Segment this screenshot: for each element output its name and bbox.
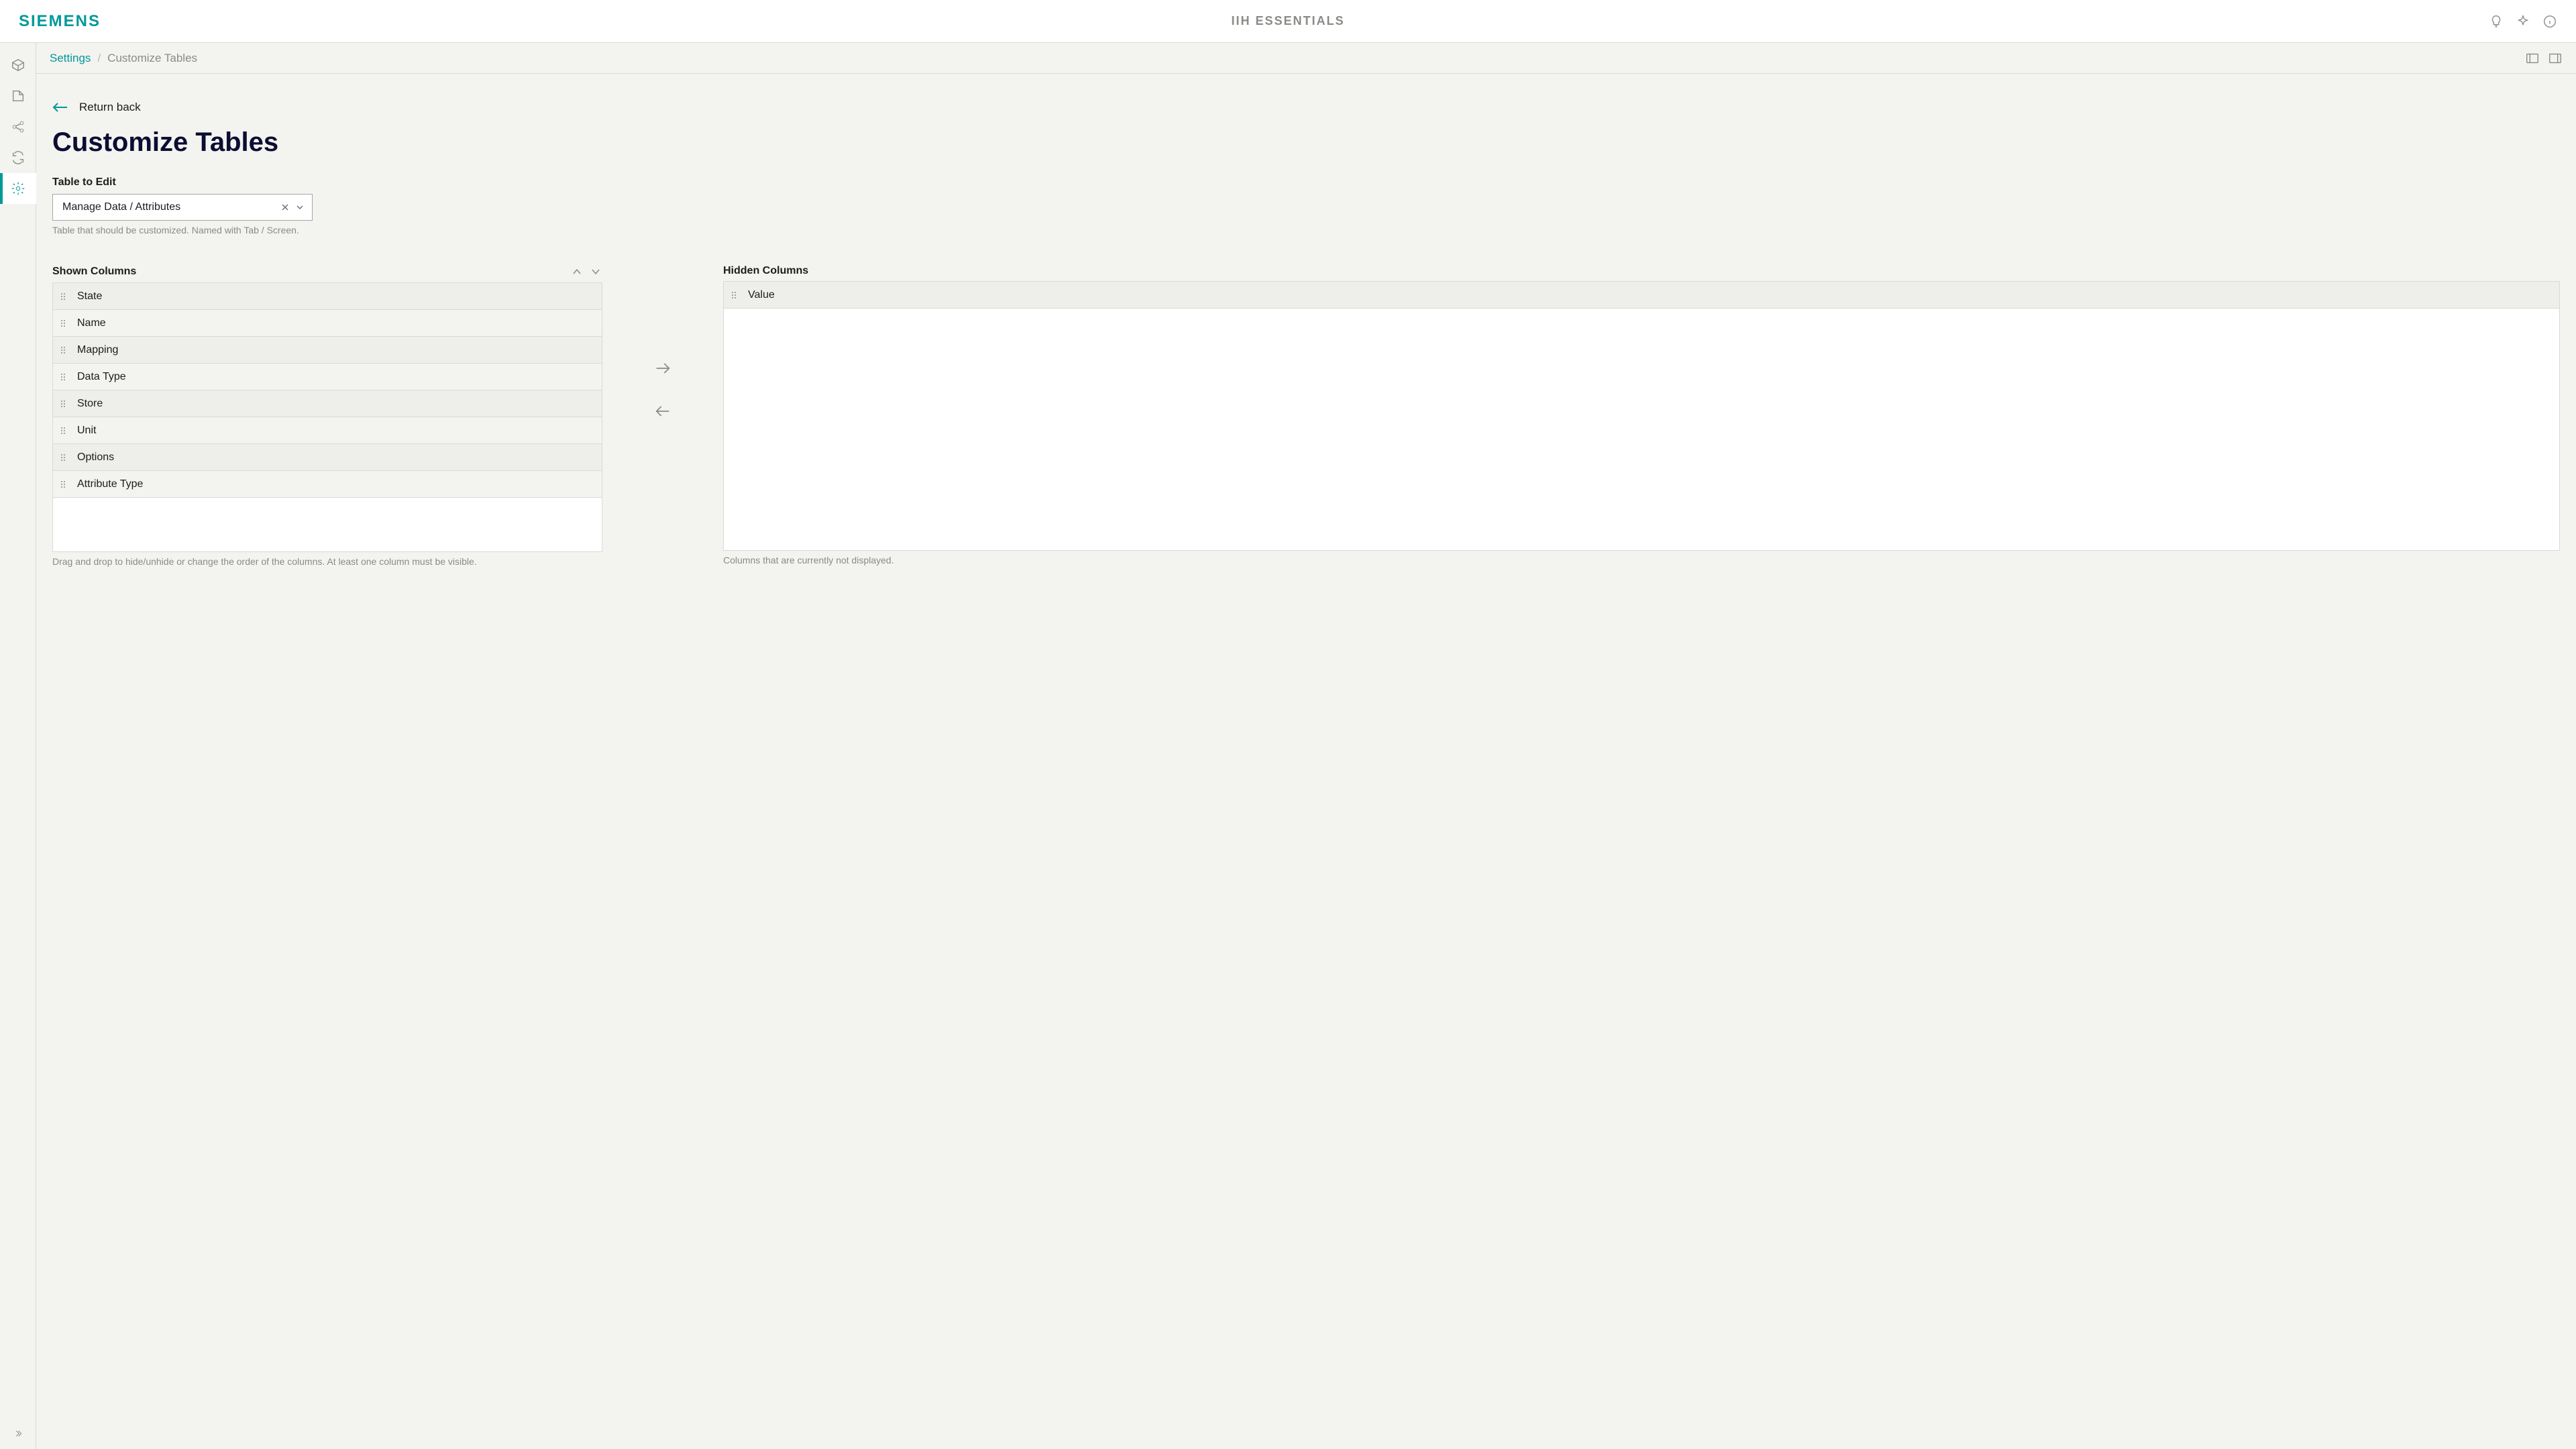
header-actions <box>2489 14 2557 29</box>
move-right-icon[interactable] <box>653 359 672 378</box>
breadcrumb: Settings / Customize Tables <box>36 43 2576 74</box>
breadcrumb-settings[interactable]: Settings <box>50 52 91 65</box>
drag-handle-icon[interactable] <box>61 320 69 327</box>
hidden-columns-helper: Columns that are currently not displayed… <box>723 555 2560 566</box>
table-select[interactable]: Manage Data / Attributes <box>52 194 313 221</box>
shown-columns-helper: Drag and drop to hide/unhide or change t… <box>52 556 602 567</box>
siemens-logo: SIEMENS <box>19 12 101 31</box>
sidebar-item-share[interactable] <box>0 111 36 142</box>
sidebar <box>0 43 36 1449</box>
breadcrumb-separator: / <box>97 52 101 65</box>
table-select-value: Manage Data / Attributes <box>62 201 276 213</box>
table-select-helper: Table that should be customized. Named w… <box>52 225 2560 235</box>
sidebar-item-sync[interactable] <box>0 142 36 173</box>
return-back[interactable]: Return back <box>52 101 2560 114</box>
app-title: IIH ESSENTIALS <box>1231 14 1344 28</box>
drag-handle-icon[interactable] <box>61 481 69 488</box>
bulb-icon[interactable] <box>2489 14 2504 29</box>
app-header: SIEMENS IIH ESSENTIALS <box>0 0 2576 43</box>
move-left-icon[interactable] <box>653 402 672 421</box>
sidebar-item-settings[interactable] <box>0 173 36 204</box>
list-item[interactable]: Value <box>724 282 2559 309</box>
drag-handle-icon[interactable] <box>61 454 69 461</box>
drag-handle-icon[interactable] <box>61 347 69 354</box>
sidebar-expand[interactable] <box>0 1418 36 1449</box>
list-item[interactable]: Attribute Type <box>53 471 602 498</box>
list-item[interactable]: Data Type <box>53 364 602 390</box>
drag-handle-icon[interactable] <box>61 427 69 434</box>
clear-icon[interactable] <box>280 202 290 213</box>
table-select-label: Table to Edit <box>52 176 2560 189</box>
panel-right-icon[interactable] <box>2548 51 2563 66</box>
drag-handle-icon[interactable] <box>732 292 740 299</box>
panel-left-icon[interactable] <box>2525 51 2540 66</box>
move-up-icon[interactable] <box>570 265 584 278</box>
drag-handle-icon[interactable] <box>61 400 69 407</box>
list-item[interactable]: State <box>53 283 602 310</box>
shown-columns-label: Shown Columns <box>52 266 136 278</box>
sidebar-item-data[interactable] <box>0 80 36 111</box>
drag-handle-icon[interactable] <box>61 293 69 300</box>
return-label: Return back <box>79 101 141 114</box>
info-icon[interactable] <box>2542 14 2557 29</box>
chevron-down-icon[interactable] <box>294 202 305 213</box>
breadcrumb-current: Customize Tables <box>107 52 197 65</box>
return-arrow-icon <box>52 101 68 114</box>
list-item[interactable]: Unit <box>53 417 602 444</box>
move-down-icon[interactable] <box>589 265 602 278</box>
drag-handle-icon[interactable] <box>61 374 69 380</box>
list-item[interactable]: Options <box>53 444 602 471</box>
list-item[interactable]: Mapping <box>53 337 602 364</box>
list-item[interactable]: Store <box>53 390 602 417</box>
shown-columns-list: State Name Mapping Data Type Store Unit … <box>52 282 602 552</box>
page-title: Customize Tables <box>52 127 2560 158</box>
hidden-columns-label: Hidden Columns <box>723 265 808 277</box>
hidden-columns-list: Value <box>723 281 2560 551</box>
sidebar-item-home[interactable] <box>0 50 36 80</box>
transfer-buttons <box>602 265 723 421</box>
sparkle-icon[interactable] <box>2516 14 2530 29</box>
list-item[interactable]: Name <box>53 310 602 337</box>
